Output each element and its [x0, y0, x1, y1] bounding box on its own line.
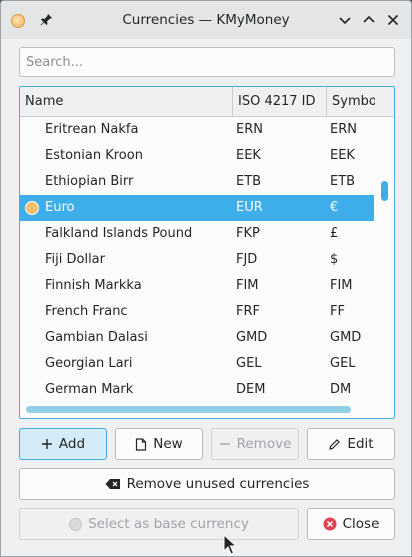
currency-iso: EUR: [236, 200, 263, 215]
base-currency-coin-icon: [69, 517, 83, 531]
table-rows: Eritrean Nakfa ERN ERN Estonian Kroon EE…: [20, 117, 376, 399]
title-bar[interactable]: Currencies — KMyMoney: [1, 1, 411, 39]
currency-iso: FIM: [236, 278, 259, 293]
close-window-icon[interactable]: [385, 12, 401, 28]
vertical-scrollbar-thumb[interactable]: [381, 181, 388, 201]
currency-name: Gambian Dalasi: [45, 330, 148, 345]
table-row[interactable]: Estonian Kroon EEK EEK: [20, 143, 374, 169]
close-button-label: Close: [342, 516, 380, 532]
table-row[interactable]: Ethiopian Birr ETB ETB: [20, 169, 374, 195]
currency-name: Fiji Dollar: [45, 252, 105, 267]
edit-button[interactable]: Edit: [307, 428, 395, 460]
currency-iso: EEK: [236, 148, 261, 163]
table-row[interactable]: Falkland Islands Pound FKP £: [20, 221, 374, 247]
currency-symbol: ETB: [330, 174, 356, 189]
add-button-label: Add: [58, 436, 86, 452]
remove-unused-currencies-button[interactable]: Remove unused currencies: [19, 468, 395, 500]
currency-name: Eritrean Nakfa: [45, 122, 139, 137]
currency-iso: GEL: [236, 356, 262, 371]
pencil-icon: [329, 438, 341, 450]
column-header-name[interactable]: Name: [20, 87, 233, 117]
close-icon: [323, 517, 337, 531]
currency-symbol: £: [330, 226, 339, 241]
column-header-symbol[interactable]: Symbo: [327, 87, 375, 117]
maximize-chevron-up-icon[interactable]: [361, 12, 377, 28]
minus-icon: [219, 443, 230, 445]
currency-iso: ETB: [236, 174, 262, 189]
currency-symbol: GEL: [330, 356, 356, 371]
new-button[interactable]: New: [115, 428, 203, 460]
currency-iso: ERN: [236, 122, 263, 137]
currency-iso: FRF: [236, 304, 260, 319]
currency-table[interactable]: Name ISO 4217 ID Symbo Eritrean Nakfa ER…: [19, 86, 395, 419]
currency-iso: FKP: [236, 226, 260, 241]
table-row[interactable]: Gambian Dalasi GMD GMD: [20, 325, 374, 351]
currency-symbol: €: [330, 200, 339, 215]
search-input[interactable]: [19, 47, 395, 77]
backspace-clear-icon: [105, 479, 120, 489]
add-button[interactable]: Add: [19, 428, 107, 460]
select-base-currency-button[interactable]: Select as base currency: [19, 508, 299, 540]
new-document-icon: [136, 437, 147, 451]
currency-name: Georgian Lari: [45, 356, 133, 371]
select-base-label: Select as base currency: [88, 516, 249, 532]
horizontal-scrollbar[interactable]: [20, 399, 376, 418]
remove-button[interactable]: Remove: [211, 428, 299, 460]
currency-name: German Mark: [45, 382, 134, 397]
currency-symbol: ERN: [330, 122, 357, 137]
currency-symbol: FIM: [330, 278, 353, 293]
currency-name: Falkland Islands Pound: [45, 226, 193, 241]
currency-name: Estonian Kroon: [45, 148, 143, 163]
table-header: Name ISO 4217 ID Symbo: [20, 87, 394, 117]
new-button-label: New: [153, 436, 183, 452]
mouse-pointer-icon: [223, 534, 237, 555]
currency-name: Euro: [45, 200, 75, 215]
currency-name: Finnish Markka: [45, 278, 142, 293]
table-row[interactable]: French Franc FRF FF: [20, 299, 374, 325]
currency-iso: DEM: [236, 382, 266, 397]
currencies-dialog: Currencies — KMyMoney Name ISO 4217 ID S…: [0, 0, 412, 557]
table-row[interactable]: German Mark DEM DM: [20, 377, 374, 399]
vertical-scrollbar[interactable]: [376, 117, 394, 399]
currency-name: French Franc: [45, 304, 128, 319]
table-row-selected[interactable]: Euro EUR €: [20, 195, 374, 221]
minimize-chevron-down-icon[interactable]: [337, 12, 353, 28]
table-row[interactable]: Eritrean Nakfa ERN ERN: [20, 117, 374, 143]
currency-symbol: DM: [330, 382, 352, 397]
table-row[interactable]: Fiji Dollar FJD $: [20, 247, 374, 273]
base-currency-coin-icon: [25, 201, 39, 215]
remove-button-label: Remove: [236, 436, 292, 452]
plus-icon: [41, 439, 52, 449]
column-header-iso[interactable]: ISO 4217 ID: [233, 87, 327, 117]
horizontal-scrollbar-thumb[interactable]: [26, 406, 351, 413]
currency-iso: FJD: [236, 252, 258, 267]
edit-button-label: Edit: [347, 436, 374, 452]
currency-symbol: EEK: [330, 148, 355, 163]
currency-symbol: GMD: [330, 330, 362, 345]
remove-unused-label: Remove unused currencies: [126, 476, 310, 492]
table-row[interactable]: Georgian Lari GEL GEL: [20, 351, 374, 377]
currency-name: Ethiopian Birr: [45, 174, 134, 189]
currency-symbol: $: [330, 252, 339, 267]
close-button[interactable]: Close: [307, 508, 395, 540]
currency-symbol: FF: [330, 304, 345, 319]
currency-iso: GMD: [236, 330, 268, 345]
table-row[interactable]: Finnish Markka FIM FIM: [20, 273, 374, 299]
